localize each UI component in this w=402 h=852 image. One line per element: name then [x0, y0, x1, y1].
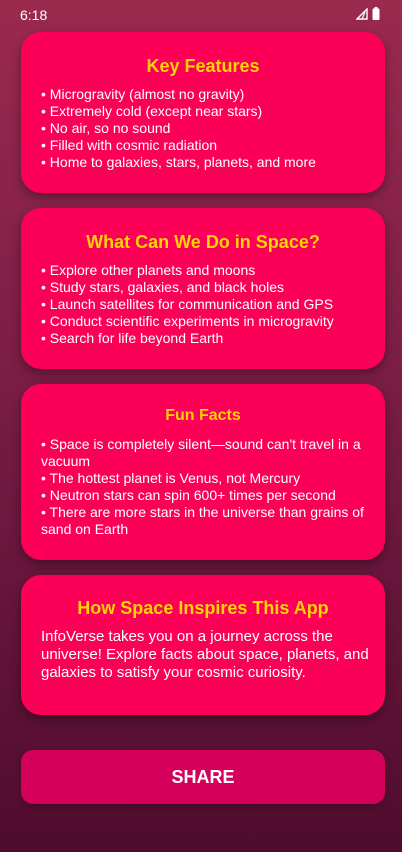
- card-title: Key Features: [146, 56, 260, 76]
- card-fun-facts: Fun Facts • Space is completely silent—s…: [21, 384, 385, 560]
- list-item: • Neutron stars can spin 600+ times per …: [41, 487, 336, 503]
- list-item: • Study stars, galaxies, and black holes: [41, 279, 285, 295]
- status-icons: [355, 7, 380, 23]
- card-title: How Space Inspires This App: [77, 598, 329, 618]
- share-button[interactable]: SHARE: [21, 750, 385, 804]
- card-title: What Can We Do in Space?: [86, 232, 320, 252]
- card-list: • Space is completely silent—sound can't…: [41, 436, 371, 538]
- card-list: • Microgravity (almost no gravity) • Ext…: [41, 86, 371, 171]
- status-bar: 6:18: [0, 0, 402, 30]
- card-how-space-inspires: How Space Inspires This App InfoVerse ta…: [21, 575, 385, 715]
- list-item: • Explore other planets and moons: [41, 262, 256, 278]
- list-item: • Filled with cosmic radiation: [41, 137, 218, 153]
- status-time: 6:18: [20, 7, 48, 23]
- card-list: • Explore other planets and moons • Stud…: [41, 262, 371, 347]
- list-item: • Home to galaxies, stars, planets, and …: [41, 154, 316, 170]
- list-item: • No air, so no sound: [41, 120, 171, 136]
- card-title: Fun Facts: [165, 407, 241, 424]
- list-item: • Microgravity (almost no gravity): [41, 86, 245, 102]
- list-item: • Space is completely silent—sound can't…: [41, 436, 361, 469]
- list-item: • Search for life beyond Earth: [41, 330, 224, 346]
- list-item: • Extremely cold (except near stars): [41, 103, 263, 119]
- list-item: • The hottest planet is Venus, not Mercu…: [41, 470, 301, 486]
- card-what-can-we-do: What Can We Do in Space? • Explore other…: [21, 208, 385, 369]
- list-item: • There are more stars in the universe t…: [41, 504, 364, 537]
- signal-icon: [355, 7, 368, 23]
- card-description: InfoVerse takes you on a journey across …: [41, 628, 369, 681]
- list-item: • Launch satellites for communication an…: [41, 296, 334, 312]
- battery-icon: [372, 7, 380, 23]
- list-item: • Conduct scientific experiments in micr…: [41, 313, 334, 329]
- card-key-features: Key Features • Microgravity (almost no g…: [21, 32, 385, 193]
